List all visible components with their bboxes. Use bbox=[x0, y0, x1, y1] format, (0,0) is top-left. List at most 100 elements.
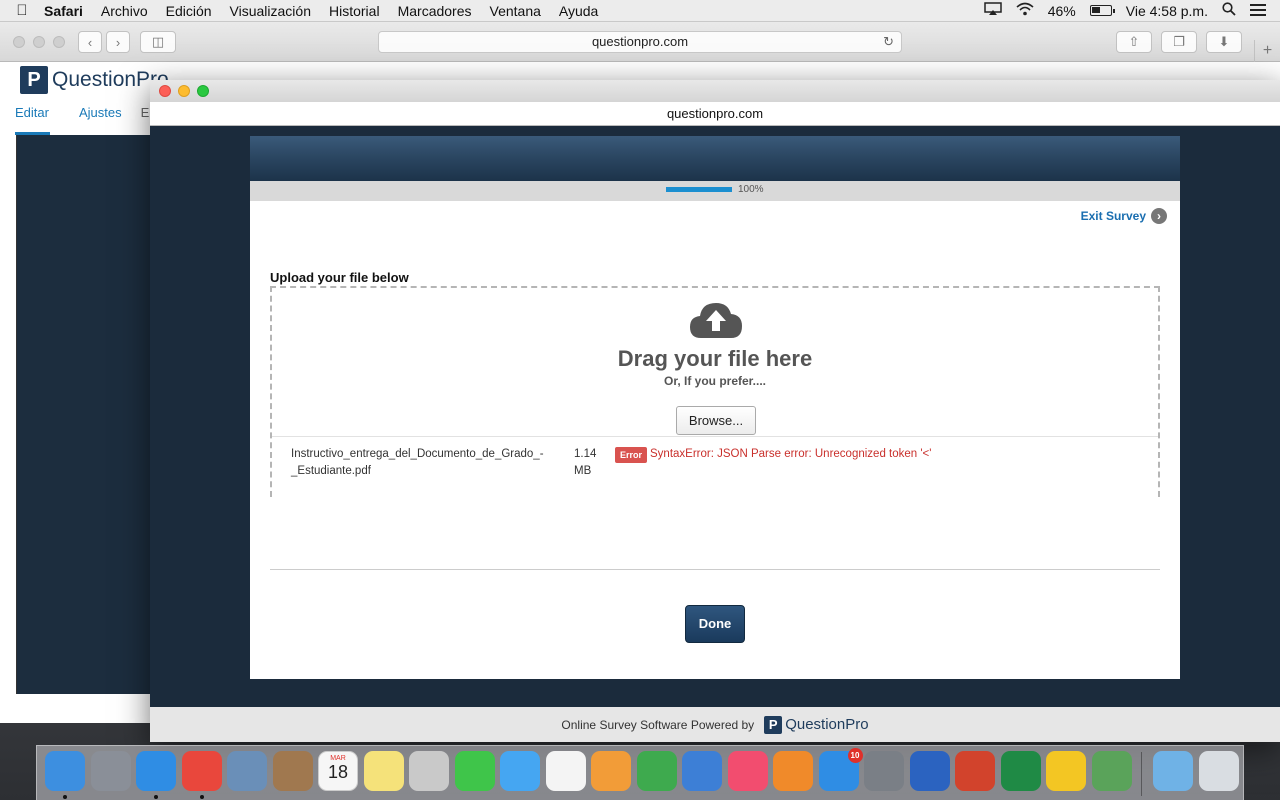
word-icon[interactable] bbox=[909, 751, 950, 791]
excel-icon[interactable] bbox=[1000, 751, 1041, 791]
downloads-button[interactable]: ⬇ bbox=[1206, 31, 1242, 53]
airplay-icon[interactable] bbox=[983, 2, 1002, 19]
menu-ayuda[interactable]: Ayuda bbox=[550, 3, 607, 19]
menu-visualizacion[interactable]: Visualización bbox=[221, 3, 320, 19]
pages-icon[interactable] bbox=[591, 751, 631, 791]
system-preferences-icon[interactable] bbox=[864, 751, 904, 791]
calendar-icon[interactable]: MAR 18 bbox=[318, 751, 358, 791]
chevron-left-icon: ‹ bbox=[87, 34, 93, 50]
menu-marcadores[interactable]: Marcadores bbox=[389, 3, 481, 19]
photos-icon[interactable] bbox=[545, 751, 586, 791]
editor-panel bbox=[16, 135, 156, 694]
menu-historial[interactable]: Historial bbox=[320, 3, 389, 19]
tabs-icon: ❐ bbox=[1173, 34, 1185, 49]
tab-ajustes-label: Ajustes bbox=[78, 105, 122, 120]
outlook-icon[interactable] bbox=[1046, 751, 1086, 791]
contacts-icon[interactable] bbox=[272, 751, 313, 791]
calendar-month: MAR bbox=[330, 755, 346, 762]
exit-survey-label: Exit Survey bbox=[1080, 209, 1146, 223]
sidebar-button[interactable]: ◫ bbox=[140, 31, 176, 53]
chevron-right-circle-icon: › bbox=[1151, 208, 1167, 224]
trash-icon[interactable] bbox=[1199, 751, 1239, 791]
numbers-icon[interactable] bbox=[636, 751, 677, 791]
menu-app-safari[interactable]: Safari bbox=[44, 3, 92, 19]
file-name: Instructivo_entrega_del_Documento_de_Gra… bbox=[291, 448, 544, 477]
forward-button[interactable]: › bbox=[106, 31, 130, 53]
progress-track bbox=[666, 187, 732, 192]
running-indicator bbox=[199, 795, 204, 799]
network-icon[interactable] bbox=[1091, 751, 1132, 791]
app-store-icon[interactable]: 10 bbox=[818, 748, 863, 791]
keynote-icon[interactable] bbox=[682, 751, 722, 791]
footer-questionpro-logo[interactable]: P QuestionPro bbox=[764, 715, 869, 734]
tabs-overview-button[interactable]: ❐ bbox=[1161, 31, 1197, 53]
itunes-icon[interactable] bbox=[727, 751, 768, 791]
divider bbox=[270, 569, 1160, 570]
questionpro-mark: P bbox=[20, 66, 48, 94]
notification-center-icon[interactable] bbox=[1250, 3, 1266, 19]
chevron-right-icon: › bbox=[115, 34, 121, 50]
popup-close-button[interactable] bbox=[159, 85, 171, 97]
facetime-icon[interactable] bbox=[454, 751, 495, 791]
address-url: questionpro.com bbox=[591, 34, 689, 49]
share-icon: ⇧ bbox=[1128, 34, 1140, 49]
apple-menu-icon[interactable]:  bbox=[0, 2, 44, 19]
tab-ajustes[interactable]: Ajustes ⌄ bbox=[64, 99, 137, 148]
popup-zoom-button[interactable] bbox=[197, 85, 209, 97]
popup-address: questionpro.com bbox=[150, 102, 1280, 126]
running-indicator bbox=[154, 795, 158, 799]
share-button[interactable]: ⇧ bbox=[1116, 31, 1152, 53]
progress-label: 100% bbox=[738, 184, 764, 195]
footer-questionpro-wordmark: QuestionPro bbox=[785, 716, 869, 733]
battery-icon[interactable] bbox=[1089, 5, 1115, 16]
window-zoom-button[interactable] bbox=[53, 36, 65, 48]
tab-editar[interactable]: Editar bbox=[0, 99, 64, 135]
chrome-icon[interactable] bbox=[181, 751, 222, 791]
survey-popup-window: questionpro.com 100% Exit Survey › Uploa… bbox=[150, 80, 1280, 742]
popup-minimize-button[interactable] bbox=[178, 85, 190, 97]
done-button[interactable]: Done bbox=[685, 605, 745, 643]
questionpro-logo[interactable]: P QuestionPro bbox=[20, 66, 169, 94]
file-dropzone[interactable]: Drag your file here Or, If you prefer...… bbox=[270, 286, 1160, 497]
menu-edicion[interactable]: Edición bbox=[157, 3, 221, 19]
downloads-icon[interactable] bbox=[1153, 751, 1193, 791]
menu-bar:  Safari Archivo Edición Visualización H… bbox=[0, 0, 1280, 22]
launchpad-icon[interactable] bbox=[90, 751, 131, 791]
progress-bar: 100% bbox=[250, 181, 1180, 201]
notes-icon[interactable] bbox=[363, 751, 404, 791]
messages-icon[interactable] bbox=[500, 751, 540, 791]
window-minimize-button[interactable] bbox=[33, 36, 45, 48]
back-button[interactable]: ‹ bbox=[78, 31, 102, 53]
window-close-button[interactable] bbox=[13, 36, 25, 48]
uploaded-file-row: Instructivo_entrega_del_Documento_de_Gra… bbox=[272, 436, 1158, 497]
running-indicator bbox=[63, 795, 67, 799]
reload-icon[interactable]: ↻ bbox=[883, 32, 894, 52]
address-bar[interactable]: questionpro.com ↻ bbox=[378, 31, 902, 53]
new-tab-button[interactable]: + bbox=[1254, 40, 1280, 62]
footer-questionpro-mark: P bbox=[764, 715, 783, 734]
photo-booth-icon[interactable] bbox=[409, 751, 449, 791]
wifi-icon[interactable] bbox=[1016, 2, 1034, 19]
finder-icon[interactable] bbox=[45, 751, 85, 791]
menu-archivo[interactable]: Archivo bbox=[92, 3, 157, 19]
safari-toolbar: ‹ › ◫ questionpro.com ↻ ⇧ ❐ ⬇ + bbox=[0, 22, 1280, 62]
cloud-upload-icon bbox=[690, 303, 742, 338]
popup-titlebar bbox=[150, 80, 1280, 102]
footer-text: Online Survey Software Powered by bbox=[561, 717, 755, 732]
menu-ventana[interactable]: Ventana bbox=[481, 3, 550, 19]
sidebar-icon: ◫ bbox=[151, 34, 165, 49]
ibooks-icon[interactable] bbox=[773, 751, 813, 791]
preview-icon[interactable] bbox=[227, 751, 267, 791]
error-message: SyntaxError: JSON Parse error: Unrecogni… bbox=[650, 448, 932, 460]
prefer-text: Or, If you prefer.... bbox=[663, 374, 767, 388]
upload-title: Upload your file below bbox=[270, 270, 409, 285]
browse-button[interactable]: Browse... bbox=[676, 406, 756, 435]
spotlight-search-icon[interactable] bbox=[1222, 2, 1236, 19]
app-store-badge: 10 bbox=[847, 748, 863, 763]
clock[interactable]: Vie 4:58 p.m. bbox=[1126, 3, 1208, 19]
dock: MAR 18 10 bbox=[36, 745, 1244, 800]
drag-file-heading: Drag your file here bbox=[617, 346, 813, 371]
exit-survey-link[interactable]: Exit Survey › bbox=[1081, 208, 1167, 224]
safari-icon[interactable] bbox=[136, 751, 176, 791]
powerpoint-icon[interactable] bbox=[955, 751, 995, 791]
